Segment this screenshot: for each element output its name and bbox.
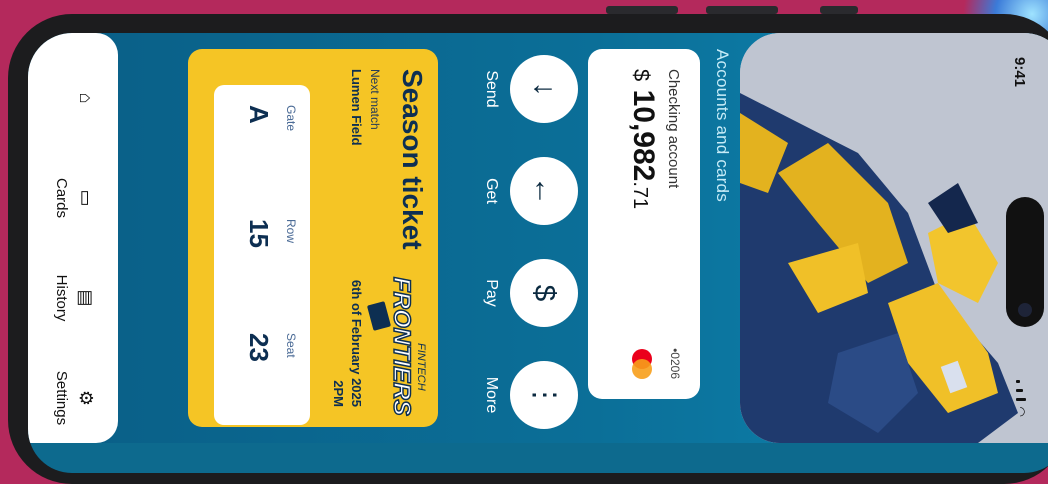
send-label: Send <box>483 70 500 108</box>
nav-cards[interactable]: ▭ Cards <box>53 143 96 253</box>
checking-account-card[interactable]: Checking account $ 10,982.71 •0206 <box>588 49 700 399</box>
phone-screen: 9:41 ◠ Accounts and cards Checking accou… <box>28 33 1048 473</box>
send-button[interactable]: ↓ Send <box>482 49 578 129</box>
season-ticket-card[interactable]: Season ticket Next match Lumen Field FIN… <box>188 49 438 427</box>
status-icons: ◠ <box>1014 379 1028 417</box>
banking-app: 9:41 ◠ Accounts and cards Checking accou… <box>28 33 1048 443</box>
ticket-title: Season ticket <box>397 69 428 250</box>
wifi-icon: ◠ <box>1014 406 1028 417</box>
seat-label: Seat <box>284 333 298 358</box>
nav-settings-label: Settings <box>53 370 70 426</box>
more-label: More <box>483 376 500 414</box>
venue-name: Lumen Field <box>349 69 364 146</box>
bottom-nav: ⌂ ▭ Cards ▤ History ⚙ Settings <box>28 33 118 443</box>
nav-history[interactable]: ▤ History <box>53 243 96 353</box>
nav-history-label: History <box>53 274 70 322</box>
home-icon: ⌂ <box>76 92 96 104</box>
nav-cards-label: Cards <box>53 177 70 218</box>
arrow-down-icon: ↓ <box>510 55 578 123</box>
account-label: Checking account <box>665 69 682 189</box>
row-column: Row 15 <box>243 219 298 319</box>
account-balance: $ 10,982.71 <box>627 69 660 210</box>
row-label: Row <box>284 219 298 244</box>
get-label: Get <box>483 178 500 204</box>
seat-column: Seat 23 <box>243 333 298 427</box>
pay-button[interactable]: $ Pay <box>482 253 578 333</box>
more-dots-icon: ⋮ <box>510 361 578 429</box>
row-value: 15 <box>244 219 274 248</box>
next-match-label: Next match <box>368 69 382 130</box>
front-camera <box>1018 303 1032 317</box>
hero-banner: 9:41 ◠ <box>740 33 1048 443</box>
gate-column: Gate A <box>243 105 298 205</box>
volume-up-button <box>706 6 778 14</box>
pay-label: Pay <box>483 279 500 307</box>
gate-label: Gate <box>284 105 298 132</box>
card-number: •0206 <box>668 348 682 379</box>
action-button <box>820 6 858 14</box>
seat-value: 23 <box>244 333 274 362</box>
fintech-frontiers-logo: FINTECH FRONTIERS <box>367 276 427 416</box>
cards-icon: ▭ <box>76 189 96 207</box>
dynamic-island <box>1006 197 1044 327</box>
signal-icon <box>1016 379 1020 383</box>
arrow-left-icon: ← <box>510 157 578 225</box>
section-title: Accounts and cards <box>713 49 732 202</box>
seat-info-panel: Gate A Row 15 Seat 23 <box>214 85 310 425</box>
dollar-icon: $ <box>510 259 578 327</box>
gear-icon: ⚙ <box>76 389 96 407</box>
quick-actions: ↓ Send ← Get $ Pay ⋮ More <box>470 49 578 429</box>
match-time: 2PM <box>331 380 346 407</box>
more-button[interactable]: ⋮ More <box>482 355 578 435</box>
get-button[interactable]: ← Get <box>482 151 578 231</box>
volume-down-button <box>606 6 678 14</box>
nav-settings[interactable]: ⚙ Settings <box>53 343 96 453</box>
mastercard-logo-icon <box>632 349 652 379</box>
gate-value: A <box>244 105 274 124</box>
nav-home[interactable]: ⌂ <box>70 43 96 153</box>
status-time: 9:41 <box>1011 57 1028 88</box>
robot-illustration <box>740 33 1048 443</box>
logo-main-text: FRONTIERS <box>388 277 415 416</box>
match-date: 6th of February 2025 <box>349 279 364 407</box>
history-icon: ▤ <box>76 289 96 307</box>
logo-top-text: FINTECH <box>415 343 427 391</box>
